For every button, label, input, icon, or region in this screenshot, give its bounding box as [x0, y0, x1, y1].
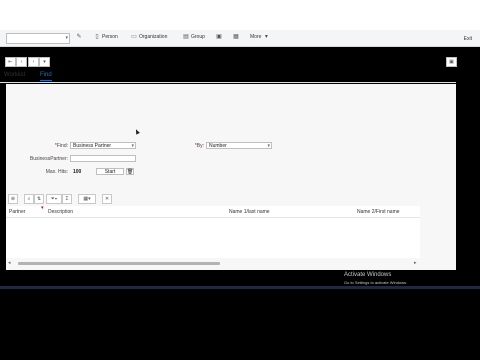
window-titlebar: [0, 0, 480, 30]
scroll-left-icon[interactable]: ◂: [8, 260, 11, 266]
taskbar-strip: [0, 286, 480, 289]
sum-icon: Σ: [65, 196, 69, 202]
chevron-down-icon: ▾: [43, 59, 46, 65]
find-select-value: Business Partner: [73, 143, 112, 149]
by-select[interactable]: Number ▾: [206, 142, 272, 149]
previous-button[interactable]: ‹: [16, 57, 27, 67]
person-button[interactable]: ▯ Person: [94, 34, 118, 40]
chevron-down-icon: ▾: [267, 143, 270, 149]
max-hits-input[interactable]: 100: [70, 168, 90, 175]
layout-icon: ▦▾: [83, 196, 91, 202]
sort-indicator-icon: ▾: [41, 205, 44, 211]
exit-button[interactable]: Exit: [464, 36, 472, 42]
pencil-icon: ✎: [76, 34, 82, 40]
application-toolbar: ▾ ✎ ▯ Person ▭ Organization ▤ Group ▣ ▦ …: [0, 30, 480, 47]
clear-button[interactable]: 🗑: [126, 168, 134, 175]
organization-label: Organization: [139, 34, 168, 40]
filter-button[interactable]: ⏷▾: [46, 194, 62, 204]
filter-icon: ⏷▾: [50, 196, 58, 202]
copy-tool-button[interactable]: ▣: [216, 34, 222, 40]
by-label: *By:: [156, 143, 204, 149]
tab-strip: Worklist Find: [0, 70, 456, 83]
chevron-down-icon[interactable]: ▾: [65, 35, 68, 41]
zoom-button[interactable]: ⊕: [8, 194, 18, 204]
activation-watermark: Activate Windows Go to Settings to activ…: [344, 272, 407, 286]
sort-icon: ⇅: [36, 196, 42, 202]
grid-toolbar: ⊕ ⌕ ⇅ ⏷▾ Σ ▦▾ ✕: [6, 192, 456, 204]
delete-icon: ▦: [233, 34, 239, 40]
person-icon: ▯: [95, 34, 99, 40]
group-icon: ▤: [183, 34, 189, 40]
sort-button[interactable]: ⇅: [34, 194, 44, 204]
zoom-icon: ⊕: [10, 196, 16, 202]
find-label-text: Find:: [56, 143, 68, 149]
organization-button[interactable]: ▭ Organization: [131, 34, 167, 40]
more-label: More: [250, 34, 262, 40]
more-menu-button[interactable]: More ▾: [250, 34, 269, 40]
export-button[interactable]: ✕: [102, 194, 112, 204]
chevron-down-icon: ▾: [264, 34, 268, 40]
results-grid: Partner ▾ Description Name 1/last name N…: [6, 205, 420, 258]
by-label-text: By:: [196, 143, 204, 149]
person-label: Person: [102, 34, 118, 40]
scrollbar-thumb[interactable]: [18, 262, 220, 265]
sum-button[interactable]: Σ: [62, 194, 72, 204]
max-hits-label: Max. Hits:: [45, 169, 68, 175]
close-icon: ✕: [104, 196, 110, 202]
layout-button[interactable]: ▦▾: [78, 194, 96, 204]
watermark-line-2: Go to Settings to activate Windows.: [344, 280, 408, 285]
chevron-right-icon: ›: [32, 59, 35, 65]
business-partner-input[interactable]: [70, 155, 136, 162]
history-button[interactable]: ▾: [39, 57, 50, 67]
edit-tool-button[interactable]: ✎: [76, 34, 82, 40]
search-icon: ⌕: [27, 196, 31, 202]
column-header-name2[interactable]: Name 2/First name: [357, 209, 400, 215]
next-button[interactable]: ›: [28, 57, 39, 67]
back-icon: ⇤: [8, 59, 13, 65]
find-select[interactable]: Business Partner ▾: [70, 142, 136, 149]
trash-icon: 🗑: [127, 169, 134, 175]
back-button[interactable]: ⇤: [5, 57, 16, 67]
maximize-icon: ▣: [449, 59, 454, 65]
header-divider: [6, 217, 420, 218]
column-header-name1[interactable]: Name 1/last name: [229, 209, 270, 215]
column-header-partner[interactable]: Partner: [9, 209, 25, 215]
command-field[interactable]: ▾: [6, 33, 70, 44]
copy-icon: ▣: [216, 34, 222, 40]
column-header-description[interactable]: Description: [48, 209, 73, 215]
by-select-value: Number: [209, 143, 227, 149]
tab-find[interactable]: Find: [40, 72, 52, 81]
scroll-right-icon[interactable]: ▸: [414, 260, 417, 266]
maximize-button[interactable]: ▣: [446, 57, 457, 67]
chevron-down-icon: ▾: [131, 143, 134, 149]
group-button[interactable]: ▤ Group: [183, 34, 205, 40]
search-grid-button[interactable]: ⌕: [24, 194, 34, 204]
delete-tool-button[interactable]: ▦: [233, 34, 239, 40]
chevron-left-icon: ‹: [20, 59, 23, 65]
organization-icon: ▭: [131, 34, 137, 40]
find-label: *Find:: [6, 143, 68, 149]
start-button[interactable]: Start: [96, 168, 124, 175]
business-partner-label: BusinessPartner:: [29, 156, 68, 162]
group-label: Group: [191, 34, 205, 40]
watermark-line-1: Activate Windows: [344, 272, 392, 278]
tab-worklist[interactable]: Worklist: [4, 72, 25, 78]
navigation-bar: ⇤ ‹ › ▾ ▣: [0, 54, 480, 68]
horizontal-scrollbar[interactable]: ◂ ▸: [6, 260, 420, 266]
